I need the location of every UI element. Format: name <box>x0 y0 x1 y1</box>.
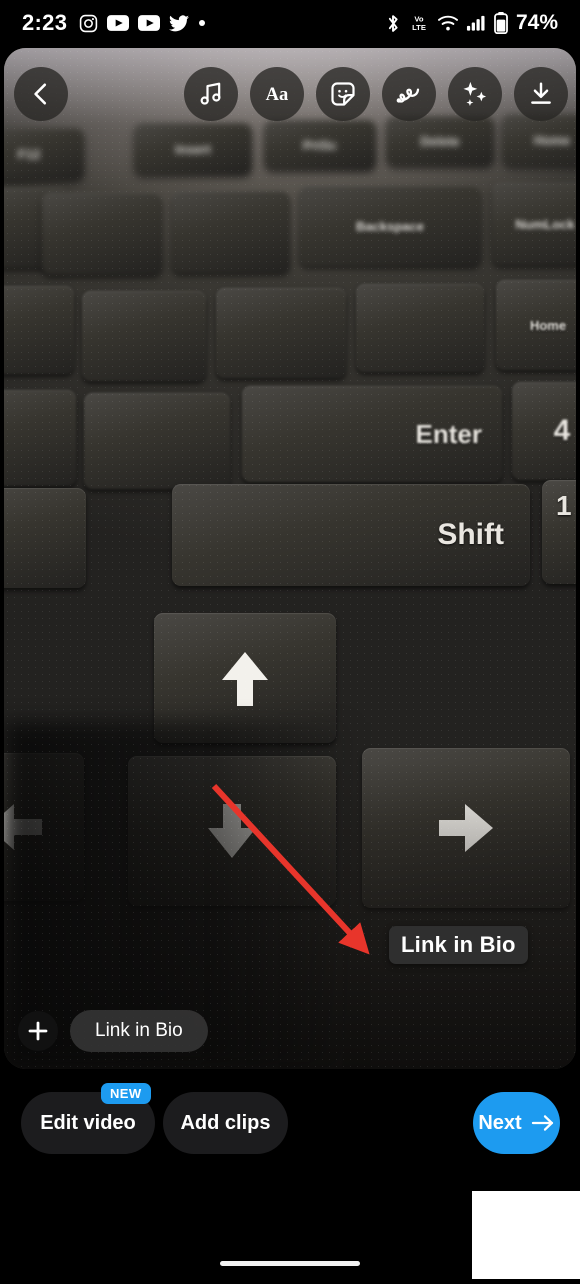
bluetooth-icon <box>388 14 398 32</box>
text-button[interactable]: Aa <box>250 67 304 121</box>
add-clips-button[interactable]: Add clips <box>163 1092 288 1154</box>
next-button[interactable]: Next <box>473 1092 560 1154</box>
chevron-left-icon <box>34 83 47 105</box>
instagram-icon <box>80 14 98 32</box>
music-button[interactable] <box>184 67 238 121</box>
youtube-icon <box>107 15 130 31</box>
next-button-label: Next <box>478 1111 522 1134</box>
sticker-tray: Link in Bio <box>18 1010 208 1052</box>
battery-icon <box>494 12 508 34</box>
photo-grain <box>4 48 576 1069</box>
status-bar-right: Vo LTE 74% <box>385 11 558 35</box>
draw-button[interactable] <box>382 67 436 121</box>
sticker-icon <box>331 82 355 106</box>
keyboard-photo: F12 Insert PrtSc Delete Home Backspace N… <box>4 48 576 1069</box>
arrow-right-icon <box>531 1115 553 1131</box>
youtube-icon <box>138 15 161 31</box>
dot-icon <box>199 20 206 26</box>
battery-percentage: 74% <box>515 11 558 34</box>
download-icon <box>531 82 551 104</box>
download-button[interactable] <box>514 67 568 121</box>
new-badge: NEW <box>101 1083 151 1104</box>
svg-text:Aa: Aa <box>266 84 289 105</box>
effects-button[interactable] <box>448 67 502 121</box>
status-bar-left: 2:23 <box>22 10 206 36</box>
draw-icon <box>396 88 420 103</box>
svg-text:LTE: LTE <box>412 23 426 32</box>
action-bar: Edit video NEW Add clips Next <box>0 1083 580 1167</box>
gesture-navigation-bar[interactable] <box>220 1261 360 1266</box>
music-icon <box>200 82 221 105</box>
sticker-button[interactable] <box>316 67 370 121</box>
effects-icon <box>463 81 487 106</box>
white-overlay-fragment <box>472 1191 580 1279</box>
text-icon: Aa <box>266 84 289 105</box>
add-sticker-button[interactable] <box>18 1011 58 1051</box>
phone-screen: 2:23 Vo LTE 74% F12 Insert PrtSc Delete … <box>0 0 580 1284</box>
status-bar-clock: 2:23 <box>22 10 68 35</box>
volte-icon: Vo LTE <box>412 14 426 32</box>
signal-icon <box>466 15 485 31</box>
status-bar: 2:23 Vo LTE 74% <box>0 0 580 46</box>
editor-toolbar: Aa <box>4 48 576 138</box>
link-in-bio-sticker[interactable]: Link in Bio <box>389 926 528 964</box>
wifi-icon <box>437 15 458 31</box>
back-button[interactable] <box>14 67 68 121</box>
link-in-bio-chip[interactable]: Link in Bio <box>70 1010 208 1052</box>
twitter-icon <box>169 14 190 31</box>
plus-icon <box>28 1021 48 1041</box>
photo-canvas[interactable]: F12 Insert PrtSc Delete Home Backspace N… <box>4 48 576 1069</box>
